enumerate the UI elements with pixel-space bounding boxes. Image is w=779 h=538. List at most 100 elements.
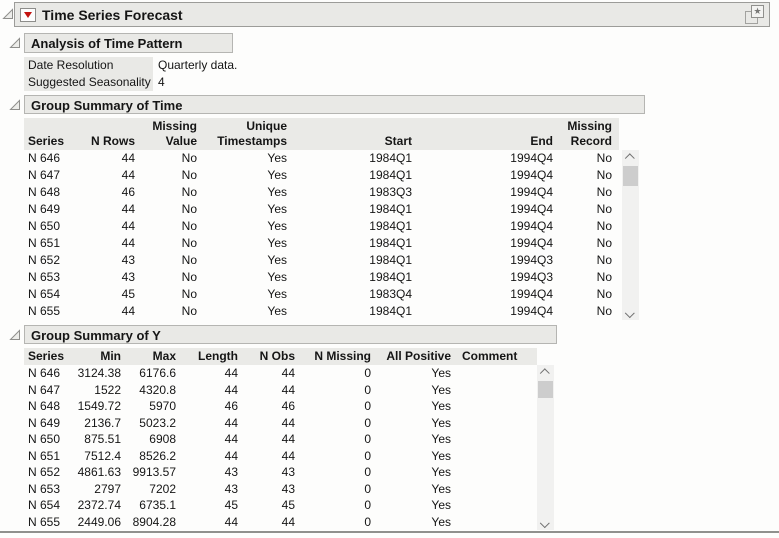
table-cell: N 652 (28, 465, 61, 479)
table-cell: 1994Q4 (510, 219, 553, 233)
table-cell: No (596, 304, 612, 318)
table-cell: 44 (281, 415, 295, 430)
disclosure-caret-report-icon[interactable] (2, 8, 14, 20)
table-cell: 1983Q3 (369, 185, 412, 199)
table-cell: 2449.06 (77, 514, 121, 529)
chevron-up-icon (624, 153, 635, 164)
disclosure-caret-analysis-icon[interactable] (9, 37, 21, 49)
table-cell: 1983Q4 (369, 287, 412, 301)
table-row: Suggested Seasonality 4 (24, 74, 237, 91)
table-cell: 43 (121, 270, 135, 284)
table-cell: No (596, 185, 612, 199)
time-table-scrollbar[interactable] (622, 150, 639, 320)
table-cell: 45 (224, 498, 238, 512)
table-cell: 0 (364, 399, 371, 413)
report-title-bar: Time Series Forecast ★ (14, 2, 770, 27)
scroll-up-button[interactable] (622, 150, 639, 165)
group-summary-of-time-table: Series N Rows Missing Value Unique Timestam… (24, 118, 619, 320)
column-header: Start (384, 134, 412, 148)
column-header: Unique Timestamps (217, 119, 287, 148)
table-cell: Yes (267, 151, 287, 165)
column-header: Comment (462, 349, 518, 363)
column-header: Series (28, 349, 65, 363)
table-cell: No (181, 168, 197, 182)
table-cell: Yes (267, 270, 287, 284)
table-cell: Yes (267, 287, 287, 301)
row-value: Quarterly data. (158, 58, 238, 72)
table-cell: 1984Q1 (369, 253, 412, 267)
scroll-down-button[interactable] (622, 305, 639, 320)
table-cell: 1994Q4 (510, 202, 553, 216)
table-cell: N 652 (28, 253, 61, 267)
table-cell: 0 (364, 432, 371, 446)
table-cell: Yes (431, 399, 451, 413)
table-cell: 43 (121, 253, 135, 267)
table-cell: 45 (281, 498, 295, 512)
table-row: Date Resolution Quarterly data. (24, 57, 237, 74)
scrollbar-thumb[interactable] (623, 166, 638, 186)
scroll-up-button[interactable] (537, 365, 554, 380)
table-cell: No (181, 287, 197, 301)
scroll-down-button[interactable] (537, 515, 554, 530)
table-cell: 4320.8 (139, 382, 176, 397)
table-cell: N 648 (28, 399, 61, 413)
table-cell: 6176.6 (139, 366, 176, 380)
column-header: Min (100, 349, 121, 363)
y-table-scrollbar[interactable] (537, 365, 554, 530)
table-cell: 44 (121, 202, 135, 216)
table-row: N 647 44 No Yes 1984Q1 1994Q4 No (24, 167, 619, 184)
table-cell: 44 (281, 448, 295, 463)
column-header: Series (28, 134, 65, 148)
table-cell: N 653 (28, 481, 61, 496)
table-header-row: Series Min Max Length N Obs N Missing All Posi… (24, 348, 537, 365)
table-cell: 43 (281, 465, 295, 479)
report-title: Time Series Forecast (42, 6, 183, 23)
table-cell: 0 (364, 498, 371, 512)
table-cell: 3124.38 (77, 366, 121, 380)
table-cell: Yes (267, 185, 287, 199)
analysis-of-time-pattern-table: Date Resolution Quarterly data. Suggeste… (24, 57, 237, 91)
table-cell: 44 (281, 366, 295, 380)
column-header: Length (198, 349, 238, 363)
table-cell: 0 (364, 448, 371, 463)
red-triangle-icon (24, 11, 32, 18)
table-cell: 44 (121, 236, 135, 250)
table-cell: 44 (281, 382, 295, 397)
table-cell: 43 (281, 481, 295, 496)
table-cell: 44 (224, 366, 238, 380)
section-header-group-summary-of-y[interactable]: Group Summary of Y (24, 325, 557, 344)
table-cell: No (181, 253, 197, 267)
table-cell: 1994Q3 (510, 270, 553, 284)
table-cell: Yes (267, 304, 287, 318)
table-cell: N 647 (28, 382, 61, 397)
table-cell: N 655 (28, 514, 61, 529)
bookmark-star-button[interactable]: ★ (745, 5, 764, 24)
red-triangle-menu-button[interactable] (20, 7, 36, 22)
table-cell: 44 (121, 151, 135, 165)
table-cell: 9913.57 (132, 465, 176, 479)
table-cell: 0 (364, 481, 371, 496)
table-cell (456, 398, 537, 415)
scrollbar-thumb[interactable] (538, 381, 553, 398)
chevron-up-icon (539, 368, 550, 379)
table-cell: 5970 (149, 399, 176, 413)
table-cell: Yes (267, 253, 287, 267)
table-cell: 7202 (149, 481, 176, 496)
table-cell: No (181, 270, 197, 284)
table-cell: 0 (364, 366, 371, 380)
table-cell: N 648 (28, 185, 61, 199)
table-cell (456, 464, 537, 481)
table-cell: 2797 (94, 481, 121, 496)
table-cell: 4861.63 (77, 465, 121, 479)
table-cell: N 649 (28, 202, 61, 216)
table-cell: Yes (431, 432, 451, 446)
section-header-analysis-of-time-pattern[interactable]: Analysis of Time Pattern (24, 33, 233, 53)
table-row: N 651 44 No Yes 1984Q1 1994Q4 No (24, 235, 619, 252)
table-cell: No (181, 219, 197, 233)
table-cell: 44 (121, 219, 135, 233)
table-cell: N 654 (28, 498, 61, 512)
disclosure-caret-time-icon[interactable] (9, 99, 21, 111)
section-header-group-summary-of-time[interactable]: Group Summary of Time (24, 95, 645, 114)
disclosure-caret-y-icon[interactable] (9, 329, 21, 341)
table-row: N 652 4861.63 9913.57 43 43 0 Yes (24, 464, 537, 481)
